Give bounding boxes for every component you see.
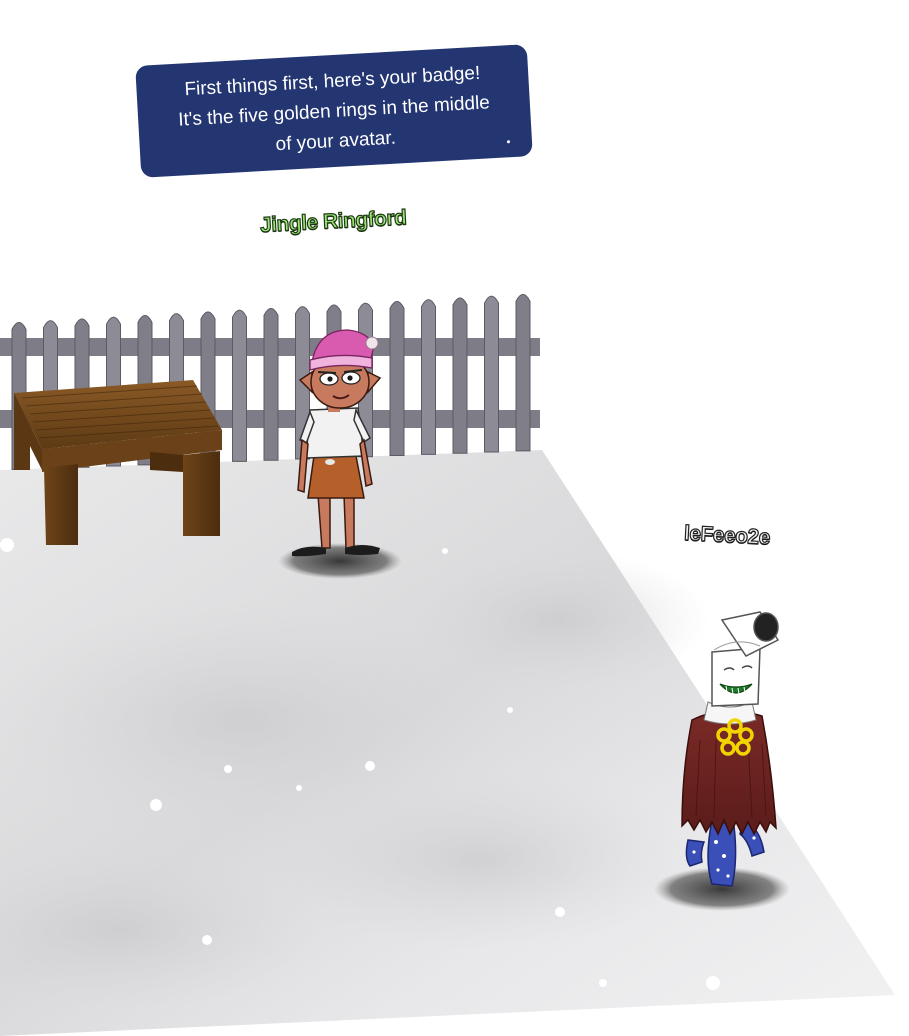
marshmallow-head: [711, 611, 780, 707]
fence-picket: [263, 307, 279, 461]
fence-picket: [515, 293, 531, 452]
fence-picket: [389, 300, 405, 457]
fence-picket: [232, 309, 247, 462]
fence-picket: [452, 297, 468, 454]
game-scene[interactable]: First things first, here's your badge! I…: [0, 0, 909, 1036]
fence-picket: [421, 299, 436, 455]
player-name-tag[interactable]: leFeeo2e: [683, 521, 771, 550]
npc-speech-bubble[interactable]: First things first, here's your badge! I…: [135, 44, 533, 178]
fence-picket: [484, 295, 499, 453]
